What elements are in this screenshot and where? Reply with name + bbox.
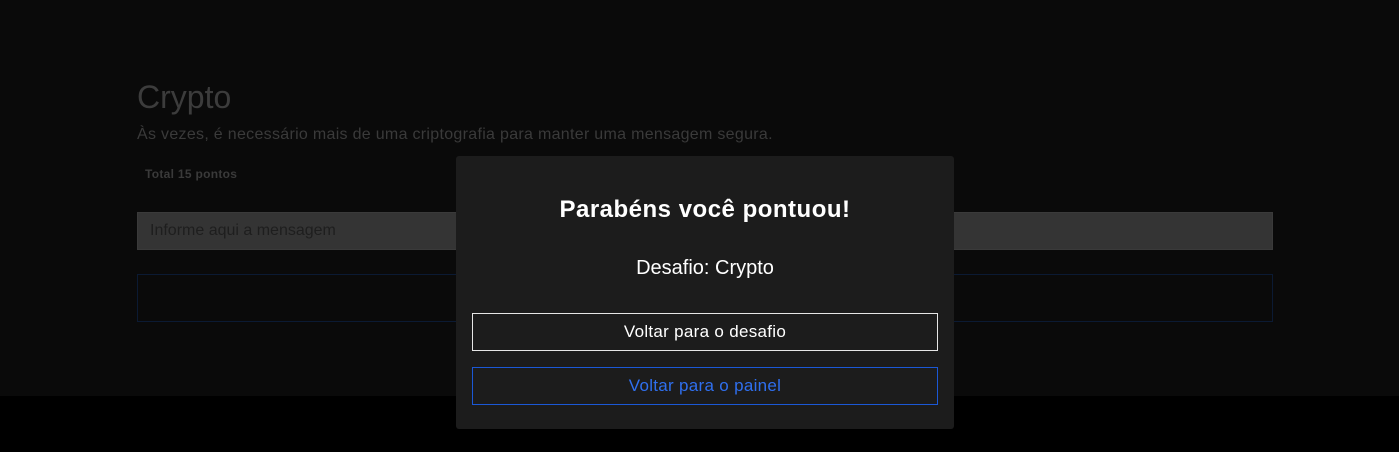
back-to-challenge-button[interactable]: Voltar para o desafio [472, 313, 938, 351]
modal-title: Parabéns você pontuou! [559, 196, 851, 223]
modal-challenge-label: Desafio: Crypto [636, 257, 774, 279]
page: Crypto Às vezes, é necessário mais de um… [0, 0, 1399, 452]
success-modal: Parabéns você pontuou! Desafio: Crypto V… [456, 156, 954, 429]
challenge-title: Crypto [137, 79, 232, 115]
back-to-panel-button[interactable]: Voltar para o painel [472, 367, 938, 405]
challenge-description: Às vezes, é necessário mais de uma cript… [137, 126, 773, 143]
